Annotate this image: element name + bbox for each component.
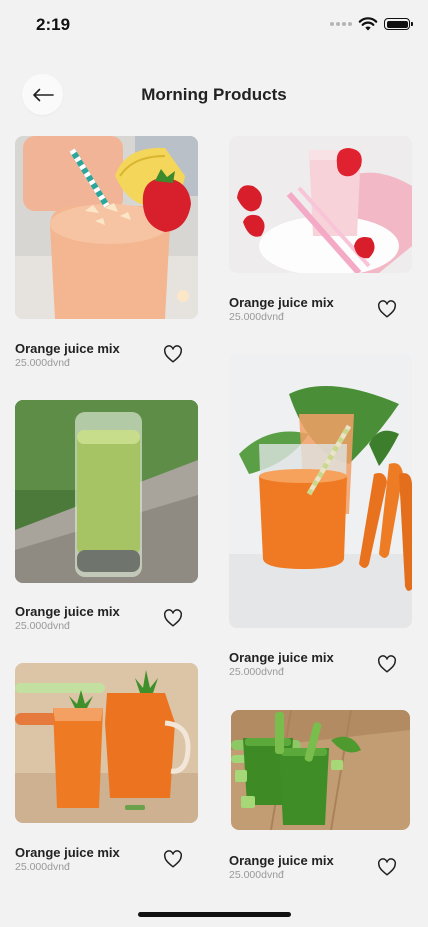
product-price: 25.000dvnđ — [15, 861, 70, 873]
product-name: Orange juice mix — [229, 650, 334, 665]
product-image-green-juice[interactable] — [15, 400, 198, 583]
page-title: Morning Products — [141, 85, 287, 104]
battery-icon — [384, 18, 413, 30]
home-indicator[interactable] — [138, 912, 291, 917]
product-price: 25.000dvnđ — [229, 311, 284, 323]
product-image-peach-smoothie[interactable] — [15, 136, 198, 319]
heart-outline-icon[interactable] — [377, 858, 397, 876]
product-image-celery-juice[interactable] — [231, 710, 410, 830]
product-image-strawberry-smoothie[interactable] — [229, 136, 412, 273]
wifi-icon — [358, 17, 378, 31]
product-name: Orange juice mix — [229, 853, 334, 868]
product-price: 25.000dvnđ — [15, 620, 70, 632]
status-bar: 2:19 — [0, 0, 428, 50]
product-image-carrot-juice[interactable] — [229, 354, 412, 628]
product-image-carrot-juice-pitcher[interactable] — [15, 663, 198, 823]
product-price: 25.000dvnđ — [15, 357, 70, 369]
product-price: 25.000dvnđ — [229, 869, 284, 881]
product-name: Orange juice mix — [229, 295, 334, 310]
heart-outline-icon[interactable] — [163, 850, 183, 868]
product-name: Orange juice mix — [15, 604, 120, 619]
heart-outline-icon[interactable] — [377, 655, 397, 673]
product-name: Orange juice mix — [15, 341, 120, 356]
product-price: 25.000dvnđ — [229, 666, 284, 678]
product-name: Orange juice mix — [15, 845, 120, 860]
heart-outline-icon[interactable] — [163, 609, 183, 627]
status-icons — [330, 16, 413, 32]
cellular-signal-icon — [330, 22, 352, 26]
status-time: 2:19 — [36, 15, 71, 34]
heart-outline-icon[interactable] — [163, 345, 183, 363]
heart-outline-icon[interactable] — [377, 300, 397, 318]
